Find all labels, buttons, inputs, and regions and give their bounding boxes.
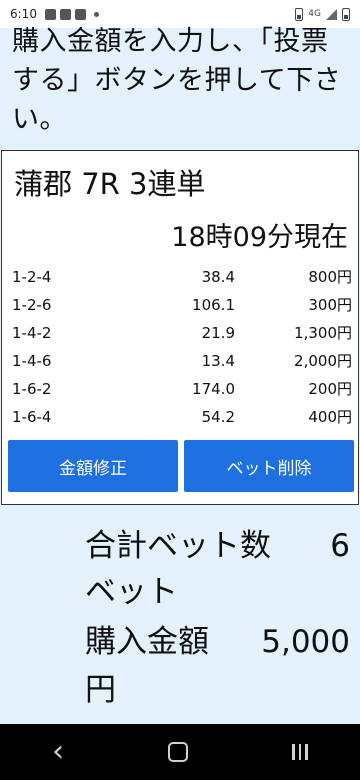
bet-combination: 1-2-6	[12, 296, 52, 314]
edit-amount-button[interactable]: 金額修正	[8, 440, 178, 492]
facebook-icon	[59, 8, 71, 20]
bet-row: 1-2-4 38.4 800円	[12, 265, 352, 289]
bet-row: 1-6-4 54.2 400円	[12, 405, 352, 429]
home-icon[interactable]	[168, 742, 189, 762]
bet-combination: 1-4-2	[12, 324, 52, 342]
purchase-amount-value: 5,000	[261, 624, 350, 660]
status-time: 6:10	[10, 7, 37, 21]
recents-icon[interactable]	[292, 744, 308, 760]
bet-combination: 1-6-2	[12, 380, 52, 398]
total-bets-unit: ベット	[85, 574, 178, 610]
system-nav-bar: ‹	[0, 724, 360, 780]
odds-timestamp: 18時09分現在	[171, 222, 348, 253]
bet-odds: 174.0	[192, 380, 235, 398]
bet-row: 1-6-2 174.0 200円	[12, 377, 352, 401]
bet-combination: 1-4-6	[12, 352, 52, 370]
network-type: 4G	[308, 9, 321, 19]
more-notifications-icon	[93, 11, 99, 17]
purchase-amount-label: 購入金額	[85, 624, 209, 660]
total-bets-value: 6	[330, 528, 350, 564]
purchase-amount-summary: 購入金額 5,000	[85, 622, 350, 662]
bet-combination: 1-2-4	[12, 268, 52, 286]
bet-odds: 21.9	[201, 324, 235, 342]
bet-list-card: 蒲郡 7R 3連単 18時09分現在 1-2-4 38.4 800円 1-2-6…	[1, 150, 359, 505]
bet-odds: 38.4	[201, 268, 235, 286]
instruction-text: 購入金額を入力し、「投票する」ボタンを押して下さい。	[12, 26, 342, 135]
notification-icons	[44, 8, 99, 20]
battery-saver-icon	[295, 7, 304, 21]
bet-odds: 106.1	[192, 296, 235, 314]
bet-amount: 300円	[308, 296, 352, 314]
gallery-icon	[44, 8, 56, 20]
bet-amount: 800円	[308, 268, 352, 286]
back-icon[interactable]: ‹	[52, 737, 64, 767]
bet-amount: 1,300円	[294, 324, 352, 342]
total-bets-summary: 合計ベット数 6	[85, 526, 350, 566]
race-title: 蒲郡 7R 3連単	[14, 167, 206, 201]
bet-amount: 400円	[308, 408, 352, 426]
bet-row: 1-4-2 21.9 1,300円	[12, 321, 352, 345]
bet-row: 1-4-6 13.4 2,000円	[12, 349, 352, 373]
system-icons: 4G	[295, 7, 350, 21]
bet-odds: 13.4	[201, 352, 235, 370]
bet-odds: 54.2	[201, 408, 235, 426]
bet-combination: 1-6-4	[12, 408, 52, 426]
purchase-amount-unit: 円	[85, 672, 116, 708]
bet-amount: 2,000円	[294, 352, 352, 370]
total-bets-label: 合計ベット数	[85, 528, 271, 564]
bet-amount: 200円	[308, 380, 352, 398]
app-icon	[74, 8, 86, 20]
signal-icon	[326, 8, 337, 20]
bet-row: 1-2-6 106.1 300円	[12, 293, 352, 317]
delete-bet-button[interactable]: ベット削除	[184, 440, 354, 492]
battery-icon	[342, 7, 350, 21]
